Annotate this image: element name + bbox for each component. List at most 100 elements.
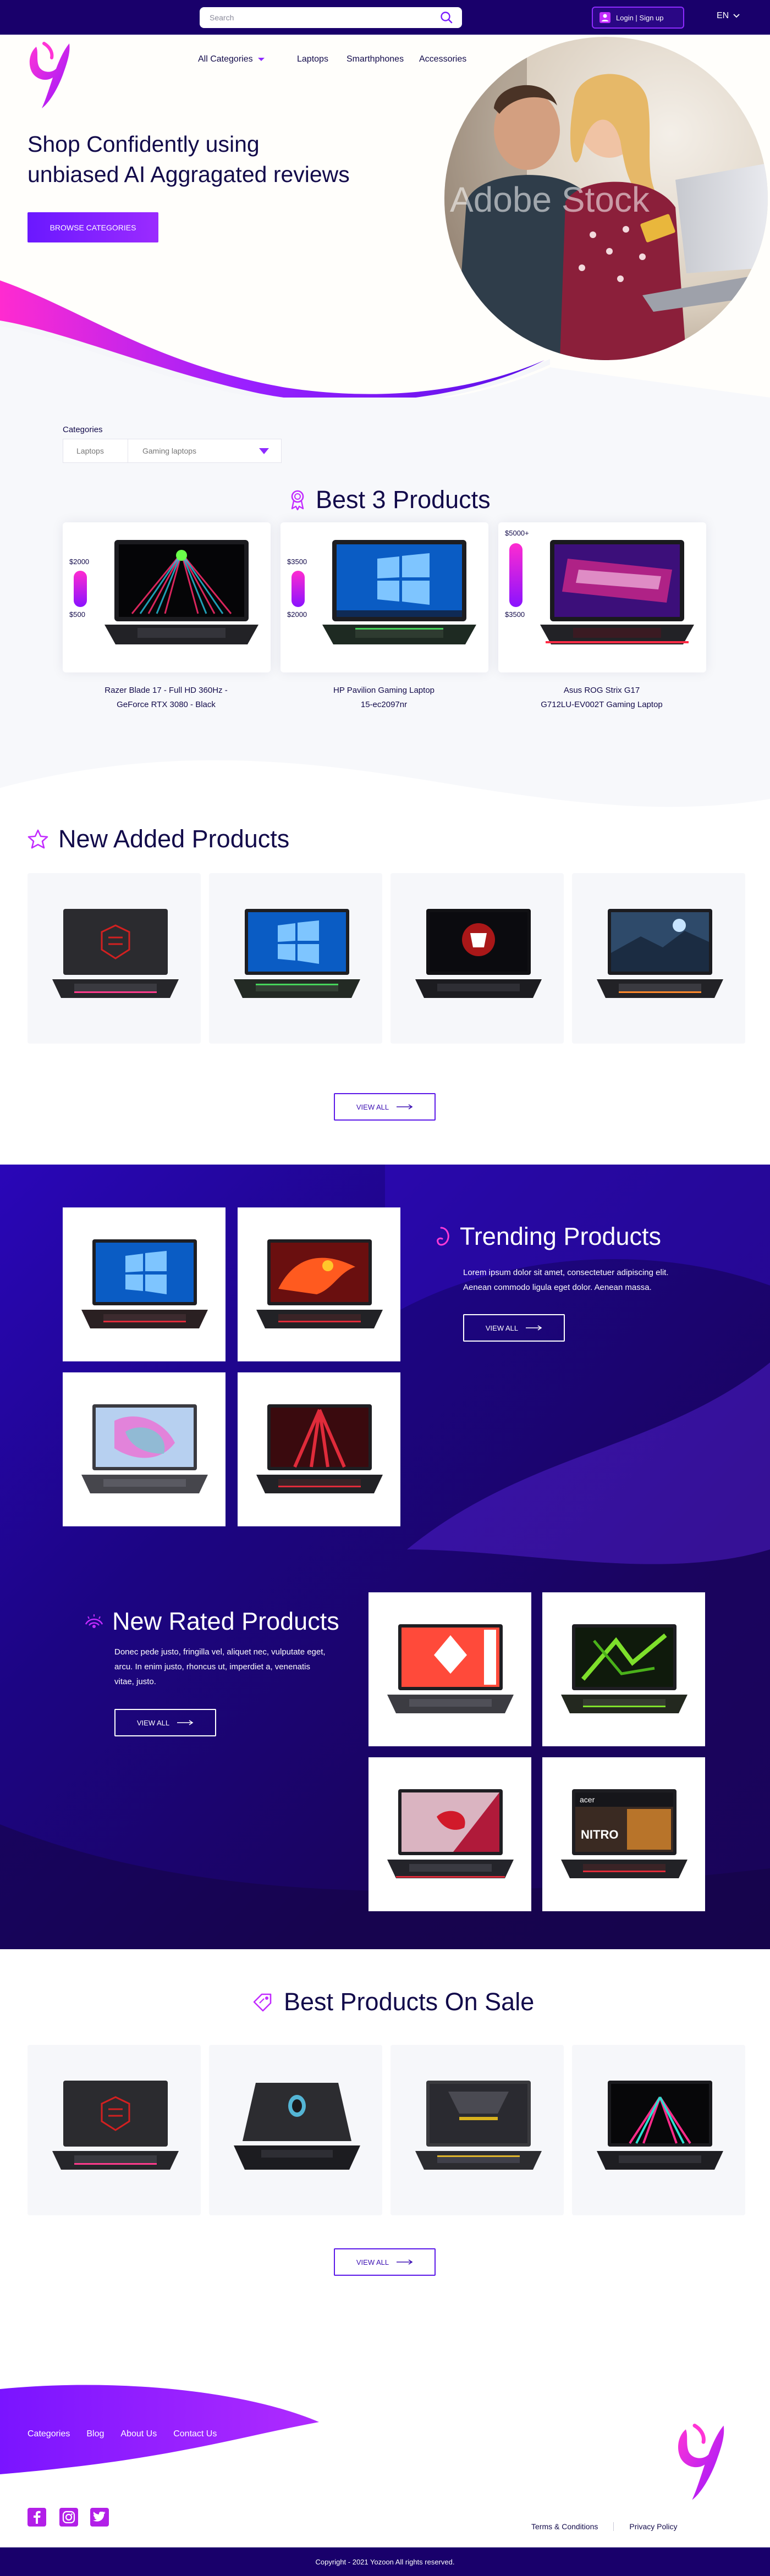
product-card[interactable] bbox=[28, 873, 201, 1044]
best-product-card[interactable]: $3500 $2000 bbox=[280, 522, 488, 672]
sale-title: Best Products On Sale bbox=[252, 1988, 534, 2016]
price-bottom: $3500 bbox=[505, 610, 525, 619]
hero-title: Shop Confidently using unbiased AI Aggra… bbox=[28, 131, 350, 187]
new-added-title: New Added Products bbox=[28, 825, 289, 853]
footer-link-categories[interactable]: Categories bbox=[28, 2429, 70, 2439]
trending-product-card[interactable] bbox=[63, 1207, 226, 1361]
sale-product-card[interactable] bbox=[391, 2045, 564, 2215]
new-rated-description: Donec pede justo, fringilla vel, aliquet… bbox=[114, 1647, 326, 1686]
rated-product-card[interactable] bbox=[369, 1592, 531, 1746]
category-secondary[interactable]: Gaming laptops bbox=[128, 446, 259, 455]
price-range-bar bbox=[509, 543, 522, 607]
sale-view-all-button[interactable]: VIEW ALL bbox=[334, 2248, 436, 2276]
best-3-title: Best 3 Products bbox=[289, 486, 491, 514]
price-bottom: $500 bbox=[69, 610, 85, 619]
twitter-icon[interactable] bbox=[90, 2508, 109, 2527]
facebook-icon[interactable] bbox=[28, 2508, 46, 2527]
laptop-image bbox=[415, 909, 542, 998]
view-all-button[interactable]: VIEW ALL bbox=[334, 1093, 436, 1121]
laptop-image bbox=[597, 909, 723, 998]
best-product-card[interactable]: $5000+ $3500 bbox=[498, 522, 706, 672]
best-3-section: Categories Laptops Gaming laptops Best 3… bbox=[0, 398, 770, 846]
laptop-image bbox=[387, 1789, 514, 1878]
best-product-name[interactable]: Razer Blade 17 - Full HD 360Hz - GeForce… bbox=[84, 683, 249, 712]
trending-product-card[interactable] bbox=[238, 1207, 400, 1361]
laptop-image bbox=[105, 540, 258, 644]
language-label: EN bbox=[717, 11, 729, 20]
sale-product-card[interactable] bbox=[28, 2045, 201, 2215]
nav-smartphones[interactable]: Smarthphones bbox=[346, 54, 404, 64]
best-product-name[interactable]: HP Pavilion Gaming Laptop 15-ec2097nr bbox=[301, 683, 466, 712]
footer-link-about[interactable]: About Us bbox=[120, 2429, 157, 2439]
new-rated-title: New Rated Products bbox=[84, 1607, 339, 1636]
price-top: $5000+ bbox=[505, 529, 529, 537]
tag-icon bbox=[253, 1993, 272, 2012]
price-bottom: $2000 bbox=[287, 610, 307, 619]
terms-link[interactable]: Terms & Conditions bbox=[531, 2522, 614, 2531]
arrow-right-icon bbox=[397, 2259, 413, 2265]
rated-product-card[interactable]: acer NITRO bbox=[542, 1757, 705, 1911]
instagram-icon[interactable] bbox=[59, 2508, 78, 2527]
footer-nav: Categories Blog About Us Contact Us bbox=[28, 2429, 217, 2439]
category-primary[interactable]: Laptops bbox=[63, 439, 128, 462]
footer-link-blog[interactable]: Blog bbox=[86, 2429, 104, 2439]
product-card[interactable] bbox=[209, 873, 382, 1044]
laptop-image bbox=[52, 2081, 179, 2170]
laptop-image bbox=[561, 1624, 688, 1713]
caret-down-icon bbox=[258, 58, 265, 61]
search-box bbox=[200, 7, 462, 28]
rated-product-card[interactable] bbox=[542, 1592, 705, 1746]
trending-view-all-button[interactable]: VIEW ALL bbox=[463, 1314, 565, 1342]
wifi-stars-icon bbox=[85, 1614, 103, 1628]
trending-rated-section: Trending Products Lorem ipsum dolor sit … bbox=[0, 1165, 770, 1949]
login-signup-button[interactable]: Login | Sign up bbox=[592, 7, 684, 29]
footer-legal-links: Terms & Conditions Privacy Policy bbox=[531, 2522, 678, 2531]
price-top: $3500 bbox=[287, 558, 307, 566]
footer-link-contact[interactable]: Contact Us bbox=[173, 2429, 217, 2439]
nav-all-categories[interactable]: All Categories bbox=[198, 54, 265, 64]
top-bar: Login | Sign up EN bbox=[0, 0, 770, 35]
new-added-section: New Added Products VIEW ALL bbox=[0, 825, 770, 1165]
laptop-image bbox=[234, 909, 360, 998]
footer: Categories Blog About Us Contact Us Term… bbox=[0, 2378, 770, 2576]
dropdown-arrow-icon[interactable] bbox=[259, 448, 269, 454]
arrow-right-icon bbox=[177, 1720, 194, 1725]
best-product-card[interactable]: $2000 $500 bbox=[63, 522, 271, 672]
category-filter[interactable]: Laptops Gaming laptops bbox=[63, 439, 282, 463]
trending-product-card[interactable] bbox=[238, 1372, 400, 1526]
price-range-bar bbox=[292, 571, 305, 607]
product-card[interactable] bbox=[391, 873, 564, 1044]
laptop-image bbox=[322, 540, 476, 644]
product-card[interactable] bbox=[572, 873, 745, 1044]
nav-accessories[interactable]: Accessories bbox=[419, 54, 466, 64]
hero-photo: Adobe Stock bbox=[444, 37, 768, 360]
copyright-bar: Copyright - 2021 Yozoon All rights reser… bbox=[0, 2547, 770, 2576]
price-range-bar bbox=[74, 571, 87, 607]
svg-text:acer: acer bbox=[580, 1795, 595, 1804]
laptop-image bbox=[52, 909, 179, 998]
privacy-link[interactable]: Privacy Policy bbox=[614, 2522, 677, 2531]
browse-categories-button[interactable]: BROWSE CATEGORIES bbox=[28, 212, 158, 242]
award-icon bbox=[291, 490, 304, 510]
login-label: Login | Sign up bbox=[616, 13, 664, 22]
yozoon-logo[interactable] bbox=[25, 41, 78, 111]
best-product-name[interactable]: Asus ROG Strix G17 G712LU-EV002T Gaming … bbox=[519, 683, 684, 712]
laptop-image bbox=[81, 1404, 208, 1493]
trending-product-card[interactable] bbox=[63, 1372, 226, 1526]
categories-label: Categories bbox=[63, 425, 103, 434]
nav-laptops[interactable]: Laptops bbox=[297, 54, 328, 64]
price-top: $2000 bbox=[69, 558, 90, 566]
language-selector[interactable]: EN bbox=[717, 11, 740, 21]
new-rated-view-all-button[interactable]: VIEW ALL bbox=[114, 1709, 216, 1736]
arrow-right-icon bbox=[397, 1104, 413, 1110]
search-input[interactable] bbox=[210, 12, 430, 23]
svg-text:NITRO: NITRO bbox=[581, 1828, 618, 1841]
laptop-image bbox=[81, 1239, 208, 1328]
search-icon[interactable] bbox=[439, 11, 453, 24]
sale-product-card[interactable] bbox=[209, 2045, 382, 2215]
laptop-image bbox=[415, 2081, 542, 2170]
sale-product-card[interactable] bbox=[572, 2045, 745, 2215]
user-icon bbox=[600, 12, 610, 23]
rated-product-card[interactable] bbox=[369, 1757, 531, 1911]
yozoon-footer-logo[interactable] bbox=[673, 2419, 734, 2507]
